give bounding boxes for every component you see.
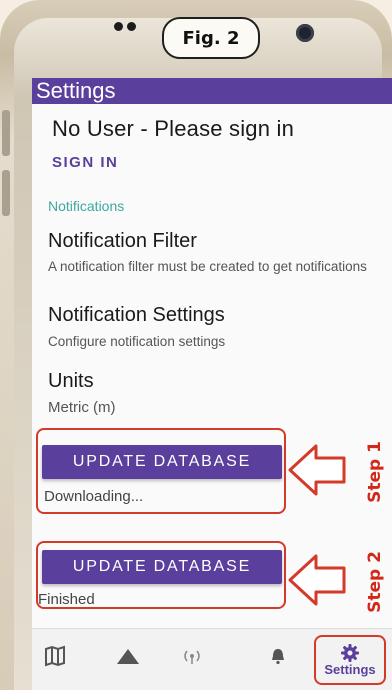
nav-notifications[interactable] — [258, 641, 298, 671]
step2-arrow-icon — [288, 554, 346, 606]
notification-settings-summary: Configure notification settings — [48, 334, 226, 349]
volume-button — [2, 110, 10, 156]
units-value: Metric (m) — [48, 399, 116, 416]
notification-filter-summary: A notification filter must be created to… — [48, 259, 367, 274]
step1-arrow-icon — [288, 444, 346, 496]
nav-broadcast[interactable] — [172, 641, 212, 671]
app-bar-title: Settings — [32, 78, 392, 104]
account-title[interactable]: No User - Please sign in — [52, 116, 294, 142]
notifications-section-header: Notifications — [48, 198, 125, 214]
update-database-button[interactable]: UPDATE DATABASE — [42, 445, 282, 479]
step2-label: Step 2 — [364, 551, 385, 613]
power-button — [2, 170, 10, 216]
update-database-button-finished[interactable]: UPDATE DATABASE — [42, 550, 282, 584]
bell-icon — [272, 649, 284, 665]
finished-status: Finished — [38, 591, 95, 608]
speaker-icon — [114, 22, 136, 31]
nav-map[interactable] — [36, 641, 76, 671]
step1-label: Step 1 — [364, 441, 385, 503]
bottom-navigation: Settings — [32, 628, 392, 690]
map-icon — [45, 645, 65, 667]
notification-settings-title[interactable]: Notification Settings — [48, 304, 225, 327]
nav-settings-label: Settings — [324, 661, 376, 677]
figure-label: Fig. 2 — [162, 17, 260, 59]
gear-icon — [341, 643, 359, 662]
nav-peaks[interactable] — [108, 641, 148, 671]
units-title[interactable]: Units — [48, 370, 94, 393]
peak-icon — [117, 649, 139, 664]
camera-icon — [296, 24, 314, 42]
notification-filter-title[interactable]: Notification Filter — [48, 230, 197, 253]
broadcast-icon — [184, 650, 200, 664]
download-status: Downloading... — [44, 488, 144, 505]
nav-settings[interactable]: Settings — [314, 635, 386, 685]
sign-in-link[interactable]: SIGN IN — [52, 154, 118, 171]
app-screen: Settings No User - Please sign in SIGN I… — [32, 78, 392, 690]
